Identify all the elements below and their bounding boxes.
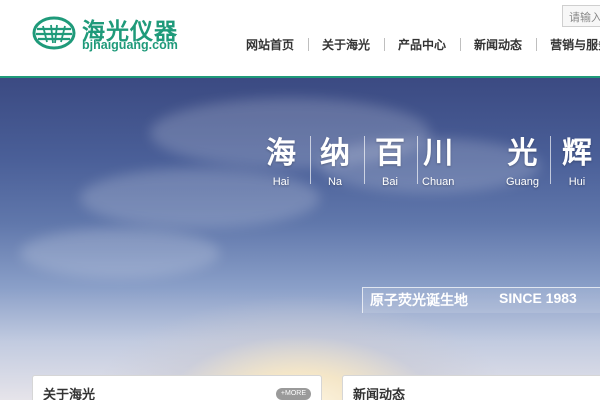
slogan-divider (310, 136, 311, 184)
nav-item-service[interactable]: 营销与服务 (536, 36, 600, 53)
logo-emblem-icon (32, 16, 76, 50)
slogan-char-zh: 光 (507, 136, 538, 171)
slogan-divider (417, 136, 418, 184)
news-panel: 新闻动态 (342, 375, 600, 400)
slogan-char-pinyin: Hai (272, 176, 290, 188)
about-more-button[interactable]: +MORE (275, 388, 311, 400)
slogan-char: 光 Guang (506, 128, 539, 188)
site-header: 海光仪器 bjhaiguang.com 请输入 网站首页 关于海光 产品中心 新… (0, 0, 600, 76)
slogan-char-pinyin: Bai (382, 176, 398, 188)
slogan-char: 川 Chuan (422, 128, 454, 188)
tagline-cn: 原子荧光诞生地 (370, 293, 468, 309)
about-panel-title: 关于海光 (43, 388, 96, 400)
nav-item-news[interactable]: 新闻动态 (460, 36, 536, 53)
slogan-char-pinyin: Chuan (422, 176, 455, 188)
main-nav: 网站首页 关于海光 产品中心 新闻动态 营销与服务 (232, 34, 600, 54)
nav-item-products[interactable]: 产品中心 (384, 36, 460, 53)
site-logo[interactable]: 海光仪器 bjhaiguang.com (32, 10, 192, 54)
slogan-char-pinyin: Na (327, 176, 343, 188)
cloud-shape (20, 228, 220, 278)
tagline-since: SINCE 1983 (499, 290, 577, 306)
slogan-char-zh: 川 (423, 136, 454, 171)
slogan-divider (364, 136, 365, 184)
slogan-char-zh: 纳 (320, 136, 350, 171)
logo-domain: bjhaiguang.com (82, 38, 178, 52)
hero-banner (0, 78, 600, 400)
slogan-char: 海 Hai (266, 128, 296, 188)
nav-item-home[interactable]: 网站首页 (232, 36, 308, 53)
slogan-char: 辉 Hui (562, 128, 592, 188)
slogan-char: 纳 Na (320, 128, 350, 188)
search-input[interactable]: 请输入 (562, 5, 600, 27)
news-panel-title: 新闻动态 (353, 388, 406, 400)
nav-item-about[interactable]: 关于海光 (308, 36, 384, 53)
slogan-char-pinyin: Guang (506, 176, 540, 188)
about-panel: 关于海光 +MORE (32, 375, 322, 400)
slogan-char-zh: 百 (375, 136, 405, 171)
slogan-divider (550, 136, 551, 184)
slogan-char-zh: 辉 (562, 136, 592, 171)
slogan-char-pinyin: Hui (568, 176, 586, 188)
slogan-char-zh: 海 (266, 136, 296, 171)
slogan-char: 百 Bai (375, 128, 405, 188)
